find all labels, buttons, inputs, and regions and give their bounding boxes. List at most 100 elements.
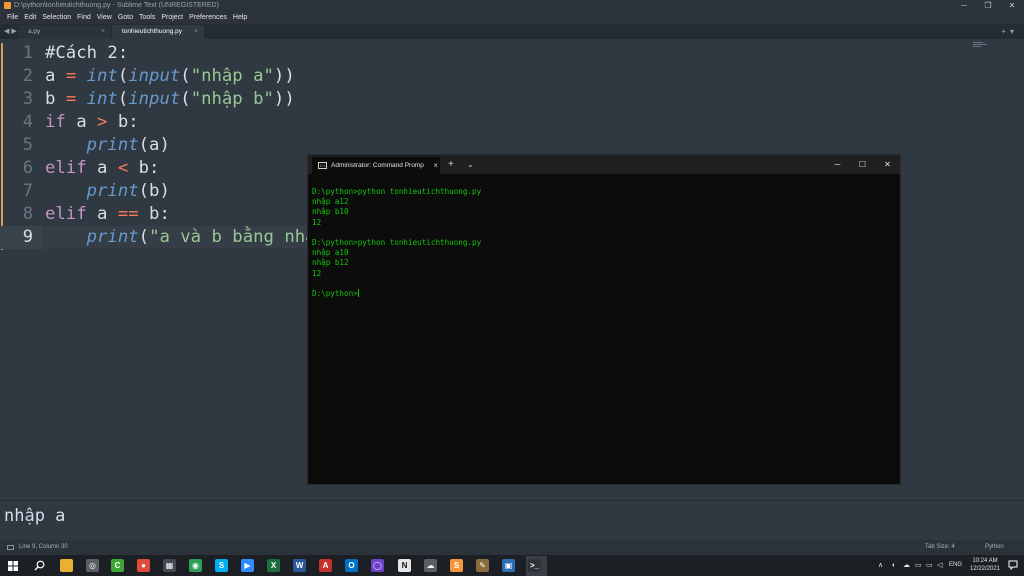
line-number: 6	[22, 158, 33, 178]
tab-bar: ◀ ▶ a.py × tonhieutichthuong.py × +▾	[0, 24, 1024, 39]
line-number-gutter: 1 2 3 4 5 6 7 8 9	[0, 39, 42, 500]
menu-selection[interactable]: Selection	[39, 11, 74, 24]
zoom-icon[interactable]: ▶	[241, 559, 254, 572]
green-app-icon[interactable]: ◉	[189, 559, 202, 572]
terminal-new-tab-icon[interactable]: +	[448, 155, 454, 174]
code-line-6: elif a < b:	[45, 158, 160, 178]
menu-file[interactable]: File	[4, 11, 21, 24]
network-icon[interactable]: ▭	[926, 555, 933, 576]
code-line-7: print(b)	[86, 181, 170, 201]
skype-icon[interactable]: S	[215, 559, 228, 572]
tab-a-py[interactable]: a.py ×	[18, 25, 111, 39]
terminal-icon[interactable]: >_	[528, 559, 541, 572]
terminal-line: D:\python>python tonhieutichthuong.py	[312, 187, 482, 196]
menu-help[interactable]: Help	[230, 11, 250, 24]
menu-preferences[interactable]: Preferences	[186, 11, 230, 24]
command-prompt-window[interactable]: C:\ Administrator: Command Promp × + ⌄ ─…	[307, 154, 901, 485]
volume-icon[interactable]: ◖	[891, 555, 895, 576]
word-icon[interactable]: W	[293, 559, 306, 572]
terminal-output[interactable]: D:\python>python tonhieutichthuong.py nhậ…	[312, 187, 481, 299]
language-indicator[interactable]: ENG	[949, 555, 962, 576]
sublime-logo-icon	[4, 2, 11, 9]
image-icon[interactable]: ▣	[502, 559, 515, 572]
terminal-line: nhập a12	[312, 197, 349, 207]
menu-bar: File Edit Selection Find View Goto Tools…	[0, 11, 1024, 24]
terminal-tab-close-icon[interactable]: ×	[433, 157, 438, 174]
chrome-icon[interactable]: ●	[137, 559, 150, 572]
outlook-icon[interactable]: O	[345, 559, 358, 572]
terminal-line: D:\python>python tonhieutichthuong.py	[312, 238, 482, 247]
code-line-4: if a > b:	[45, 112, 139, 132]
window-title: D:\python\tonhieutichthuong.py - Sublime…	[14, 2, 219, 9]
speaker-icon[interactable]: ◁	[937, 555, 942, 576]
line-number: 8	[22, 204, 33, 224]
close-button[interactable]: ✕	[1000, 0, 1024, 11]
media-icon[interactable]: ◎	[86, 559, 99, 572]
line-number: 4	[22, 112, 33, 132]
terminal-tab-strip: C:\ Administrator: Command Promp × + ⌄ ─…	[308, 155, 900, 174]
line-number: 2	[22, 66, 33, 86]
notification-icon[interactable]	[1008, 560, 1018, 570]
new-tab-icon[interactable]: +▾	[1001, 24, 1018, 39]
tray-chevron-icon[interactable]: ∧	[878, 555, 883, 576]
windows-start-icon[interactable]	[8, 561, 18, 571]
tab-label: tonhieutichthuong.py	[122, 28, 182, 35]
menu-tools[interactable]: Tools	[136, 11, 158, 24]
sublime-icon[interactable]: S	[450, 559, 463, 572]
terminal-close-button[interactable]: ✕	[875, 155, 900, 174]
clock[interactable]: 10:24 AM 12/22/2021	[965, 557, 1005, 573]
tool-icon[interactable]: ✎	[476, 559, 489, 572]
terminal-minimize-button[interactable]: ─	[825, 155, 850, 174]
tab-label: a.py	[28, 28, 41, 35]
code-line-8: elif a == b:	[45, 204, 170, 224]
search-icon[interactable]	[34, 560, 45, 571]
panel-toggle-icon[interactable]	[7, 545, 14, 550]
status-bar: Line 9, Column 30 Tab Size: 4 Python	[0, 540, 1024, 555]
minimap[interactable]	[973, 42, 987, 50]
terminal-maximize-button[interactable]: ☐	[850, 155, 875, 174]
minimize-button[interactable]: ─	[952, 0, 976, 11]
code-line-5: print(a)	[86, 135, 170, 155]
windows-taskbar: ◎ C ● ▦ ◉ S ▶ X W A O ◯ N ☁ S ✎ ▣ >_ ∧ ◖ ☁ ▭ ▭ ◁ ENG 10:2…	[0, 555, 1024, 576]
apps-icon[interactable]: ▦	[163, 559, 176, 572]
tab-size-selector[interactable]: Tab Size: 4	[925, 540, 955, 555]
terminal-prompt-line: D:\python>	[312, 289, 481, 299]
excel-icon[interactable]: X	[267, 559, 280, 572]
notion-icon[interactable]: N	[398, 559, 411, 572]
line-number: 1	[22, 43, 33, 63]
line-number: 7	[22, 181, 33, 201]
terminal-dropdown-icon[interactable]: ⌄	[467, 155, 474, 174]
maximize-button[interactable]: ❐	[976, 0, 1000, 11]
menu-view[interactable]: View	[94, 11, 115, 24]
terminal-line: nhập b12	[312, 258, 349, 268]
build-output-panel[interactable]: nhập a	[0, 500, 1024, 540]
window-title-bar: D:\python\tonhieutichthuong.py - Sublime…	[0, 0, 1024, 11]
terminal-line: 12	[312, 268, 322, 278]
tab-nav-arrows-icon[interactable]: ◀ ▶	[4, 24, 17, 39]
camtasia-icon[interactable]: C	[111, 559, 124, 572]
file-explorer-icon[interactable]	[60, 559, 73, 572]
cmd-icon: C:\	[318, 162, 327, 169]
output-text: nhập a	[4, 506, 66, 526]
acrobat-icon[interactable]: A	[319, 559, 332, 572]
cloud-icon[interactable]: ☁	[424, 559, 437, 572]
terminal-tab[interactable]: C:\ Administrator: Command Promp ×	[312, 157, 440, 174]
menu-edit[interactable]: Edit	[21, 11, 39, 24]
terminal-line: nhập b10	[312, 207, 349, 217]
menu-project[interactable]: Project	[158, 11, 186, 24]
system-tray: ∧ ◖ ☁ ▭ ▭ ◁ ENG 10:24 AM 12/22/2021	[864, 555, 1024, 576]
tab-tonhieutichthuong-py[interactable]: tonhieutichthuong.py ×	[112, 25, 204, 39]
cloud-icon[interactable]: ☁	[903, 555, 910, 576]
tab-close-icon[interactable]: ×	[101, 25, 105, 39]
code-line-3: b = int(input("nhập b"))	[45, 89, 295, 109]
clock-time: 10:24 AM	[972, 558, 998, 564]
clock-date: 12/22/2021	[969, 566, 1001, 572]
tab-close-icon[interactable]: ×	[194, 25, 198, 39]
syntax-selector[interactable]: Python	[985, 540, 1004, 555]
battery-icon[interactable]: ▭	[915, 555, 922, 576]
menu-find[interactable]: Find	[74, 11, 94, 24]
menu-goto[interactable]: Goto	[115, 11, 136, 24]
github-icon[interactable]: ◯	[371, 559, 384, 572]
